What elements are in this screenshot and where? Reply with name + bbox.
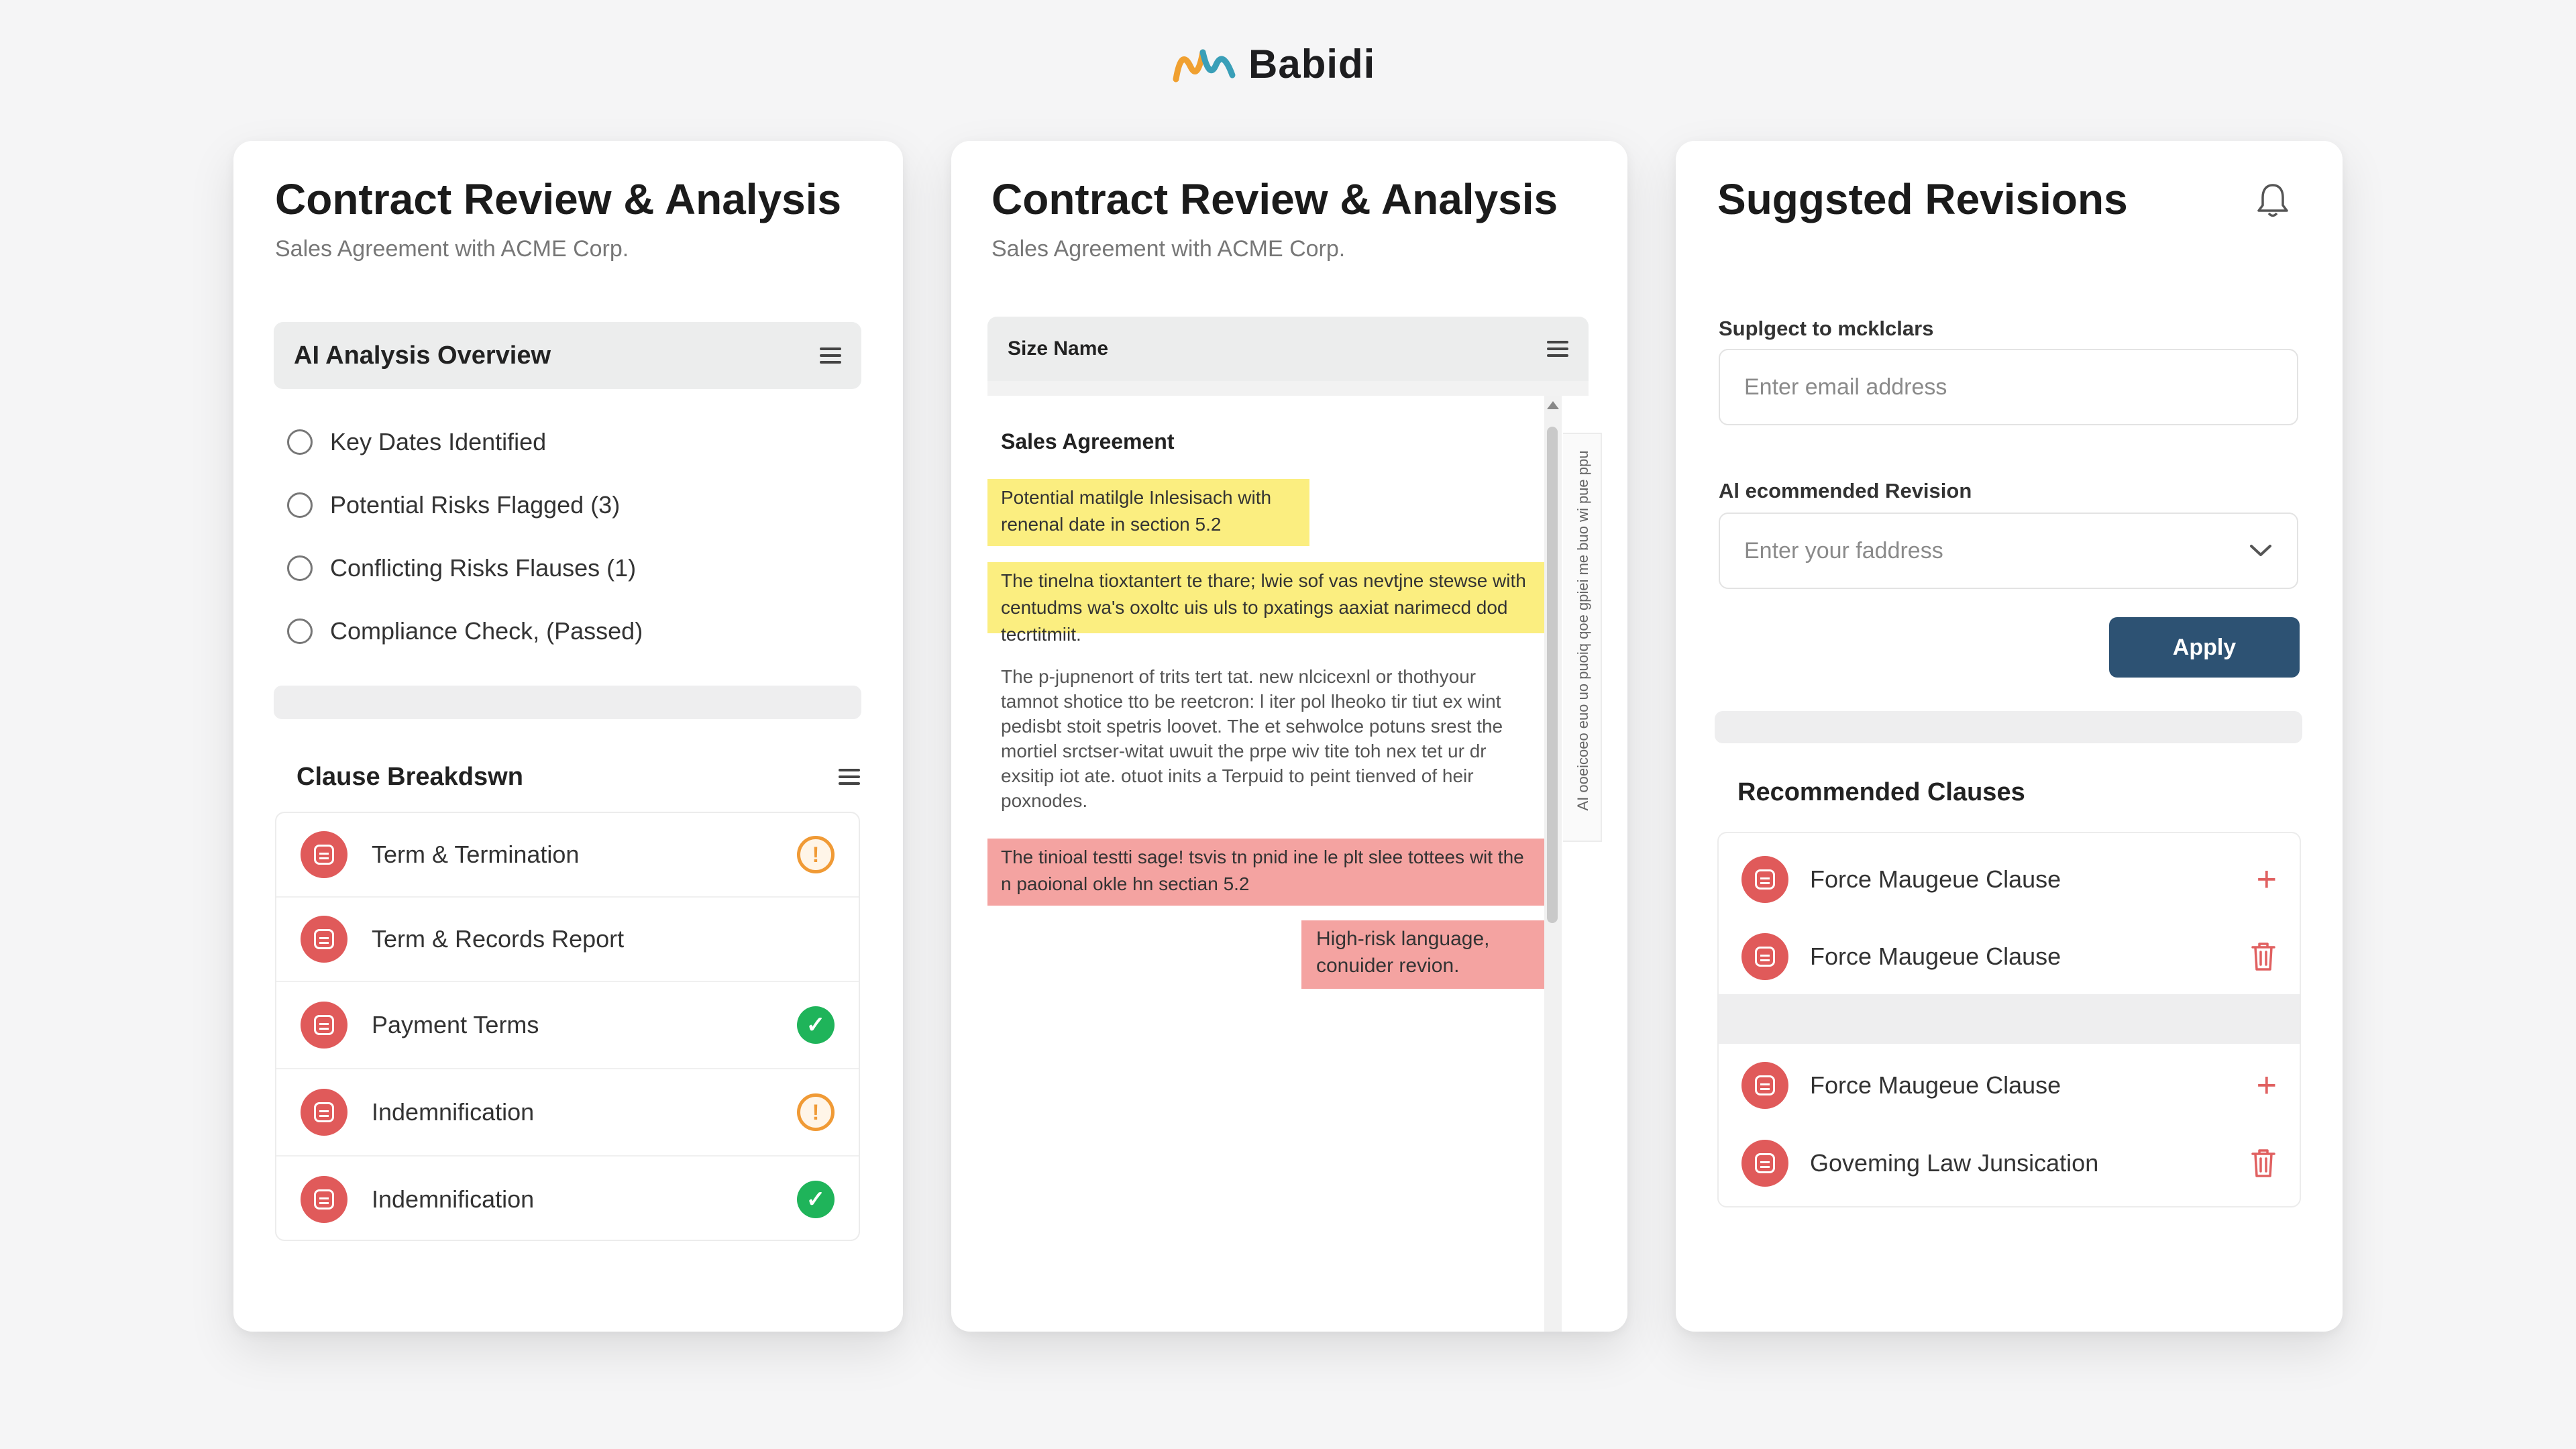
group-divider (1719, 994, 2300, 1044)
check-icon: ✓ (797, 1181, 835, 1218)
subject-label: Suplgect to mcklclars (1719, 317, 1934, 340)
highlight-date[interactable]: Potential matilgle Inlesisach with renen… (987, 479, 1309, 546)
clause-breakdown-header: Clause Breakdswn (297, 757, 860, 797)
margin-notes-text: AI ooeicoeo euo uo puoiq qoe gpiei me bu… (1574, 450, 1591, 811)
recommended-clause-label: Force Maugeue Clause (1810, 865, 2061, 893)
overview-item[interactable]: Compliance Check, (Passed) (287, 600, 851, 663)
revision-select[interactable]: Enter your faddress (1719, 513, 2298, 589)
clause-row[interactable]: Payment Terms ✓ (276, 982, 859, 1069)
revision-label: Al ecommended Revision (1719, 479, 1972, 502)
plus-icon[interactable]: + (2257, 862, 2277, 897)
overview-item-label: Potential Risks Flagged (3) (330, 491, 621, 519)
revision-placeholder: Enter your faddress (1744, 537, 1943, 564)
document-viewer-card: Contract Review & Analysis Sales Agreeme… (951, 141, 1627, 1332)
recommended-clause-label: Force Maugeue Clause (1810, 1071, 2061, 1099)
clause-label: Indemnification (372, 1098, 535, 1126)
risk-comment[interactable]: High-risk language, conuider revion. (1301, 920, 1544, 989)
scrollbar-thumb[interactable] (1547, 427, 1558, 923)
highlight-clause[interactable]: The tinelna tioxtantert te thare; lwie s… (987, 562, 1544, 645)
brand-name: Babidi (1248, 41, 1376, 87)
email-placeholder: Enter email address (1744, 374, 1947, 400)
bell-icon[interactable] (2256, 181, 2290, 219)
email-field[interactable]: Enter email address (1719, 349, 2298, 425)
brand-header: Babidi (1171, 40, 1375, 87)
toolbar-label: Size Name (1008, 337, 1109, 360)
clause-list: Term & Termination ! Term & Records Repo… (275, 812, 860, 1241)
document-title: Sales Agreement (1001, 429, 1175, 453)
ai-overview-header: AI Analysis Overview (274, 322, 861, 389)
overview-item-label: Compliance Check, (Passed) (330, 617, 643, 645)
trash-icon[interactable] (2250, 941, 2277, 972)
recommended-clauses-list: Force Maugeue Clause + Force Maugeue Cla… (1717, 832, 2301, 1208)
revisions-card: Suggsted Revisions Suplgect to mcklclars… (1676, 141, 2343, 1332)
clause-label: Payment Terms (372, 1011, 539, 1038)
overview-item-label: Conflicting Risks Flauses (1) (330, 554, 637, 582)
document-icon (1741, 933, 1788, 980)
document-icon (301, 1176, 347, 1223)
clause-label: Term & Termination (372, 841, 580, 868)
recommended-clause-row[interactable]: Force Maugeue Clause (1719, 919, 2300, 994)
recommended-clause-row[interactable]: Goveming Law Junsication (1719, 1127, 2300, 1199)
radio-button[interactable] (287, 619, 313, 644)
warning-icon: ! (797, 836, 835, 873)
document-toolbar: Size Name (987, 317, 1589, 381)
document-icon (1741, 1062, 1788, 1109)
warning-icon: ! (797, 1093, 835, 1131)
page-subtitle: Sales Agreement with ACME Corp. (991, 236, 1346, 262)
section-divider (1715, 711, 2302, 743)
document-icon (301, 1002, 347, 1049)
overview-item[interactable]: Key Dates Identified (287, 411, 851, 474)
overview-item[interactable]: Conflicting Risks Flauses (1) (287, 537, 851, 600)
page-title: Contract Review & Analysis (275, 175, 842, 223)
clause-row[interactable]: Indemnification ✓ (276, 1157, 859, 1242)
clause-row[interactable]: Term & Records Report (276, 898, 859, 982)
recommended-clause-label: Goveming Law Junsication (1810, 1149, 2099, 1177)
menu-icon[interactable] (820, 347, 841, 364)
recommended-clause-label: Force Maugeue Clause (1810, 943, 2061, 970)
clause-label: Term & Records Report (372, 925, 625, 953)
highlight-risk[interactable]: The tinioal testti sage! tsvis tn pnid i… (987, 839, 1544, 906)
section-divider (274, 686, 861, 719)
document-icon (301, 1089, 347, 1136)
ai-overview-list: Key Dates Identified Potential Risks Fla… (287, 411, 851, 663)
chevron-down-icon[interactable] (2249, 543, 2273, 558)
clause-breakdown-title: Clause Breakdswn (297, 762, 523, 791)
babidi-logo-icon (1173, 49, 1236, 83)
overview-item[interactable]: Potential Risks Flagged (3) (287, 474, 851, 537)
document-body-text: The p-jupnenort of trits tert tat. new n… (1001, 666, 1503, 811)
radio-button[interactable] (287, 429, 313, 455)
recommended-clauses-title: Recommended Clauses (1737, 778, 2025, 806)
menu-icon[interactable] (1547, 341, 1568, 357)
toolbar-divider (987, 381, 1589, 396)
document-icon (1741, 856, 1788, 903)
document-icon (1741, 1140, 1788, 1187)
apply-button[interactable]: Apply (2109, 617, 2300, 678)
clause-label: Indemnification (372, 1185, 535, 1213)
revisions-title: Suggsted Revisions (1717, 175, 2128, 223)
scroll-up-icon[interactable] (1547, 401, 1559, 409)
recommended-clause-row[interactable]: Force Maugeue Clause + (1719, 1044, 2300, 1127)
plus-icon[interactable]: + (2257, 1068, 2277, 1103)
trash-icon[interactable] (2250, 1148, 2277, 1179)
document-icon (301, 916, 347, 963)
analysis-card: Contract Review & Analysis Sales Agreeme… (233, 141, 903, 1332)
overview-item-label: Key Dates Identified (330, 428, 547, 455)
clause-row[interactable]: Term & Termination ! (276, 813, 859, 898)
recommended-clause-row[interactable]: Force Maugeue Clause + (1719, 840, 2300, 919)
clause-row[interactable]: Indemnification ! (276, 1069, 859, 1157)
page-subtitle: Sales Agreement with ACME Corp. (275, 236, 629, 262)
menu-icon[interactable] (839, 769, 860, 785)
margin-notes-panel: AI ooeicoeo euo uo puoiq qoe gpiei me bu… (1563, 433, 1602, 842)
document-icon (301, 831, 347, 878)
page-title: Contract Review & Analysis (991, 175, 1558, 223)
check-icon: ✓ (797, 1006, 835, 1044)
radio-button[interactable] (287, 492, 313, 518)
radio-button[interactable] (287, 555, 313, 581)
ai-overview-title: AI Analysis Overview (294, 341, 551, 370)
